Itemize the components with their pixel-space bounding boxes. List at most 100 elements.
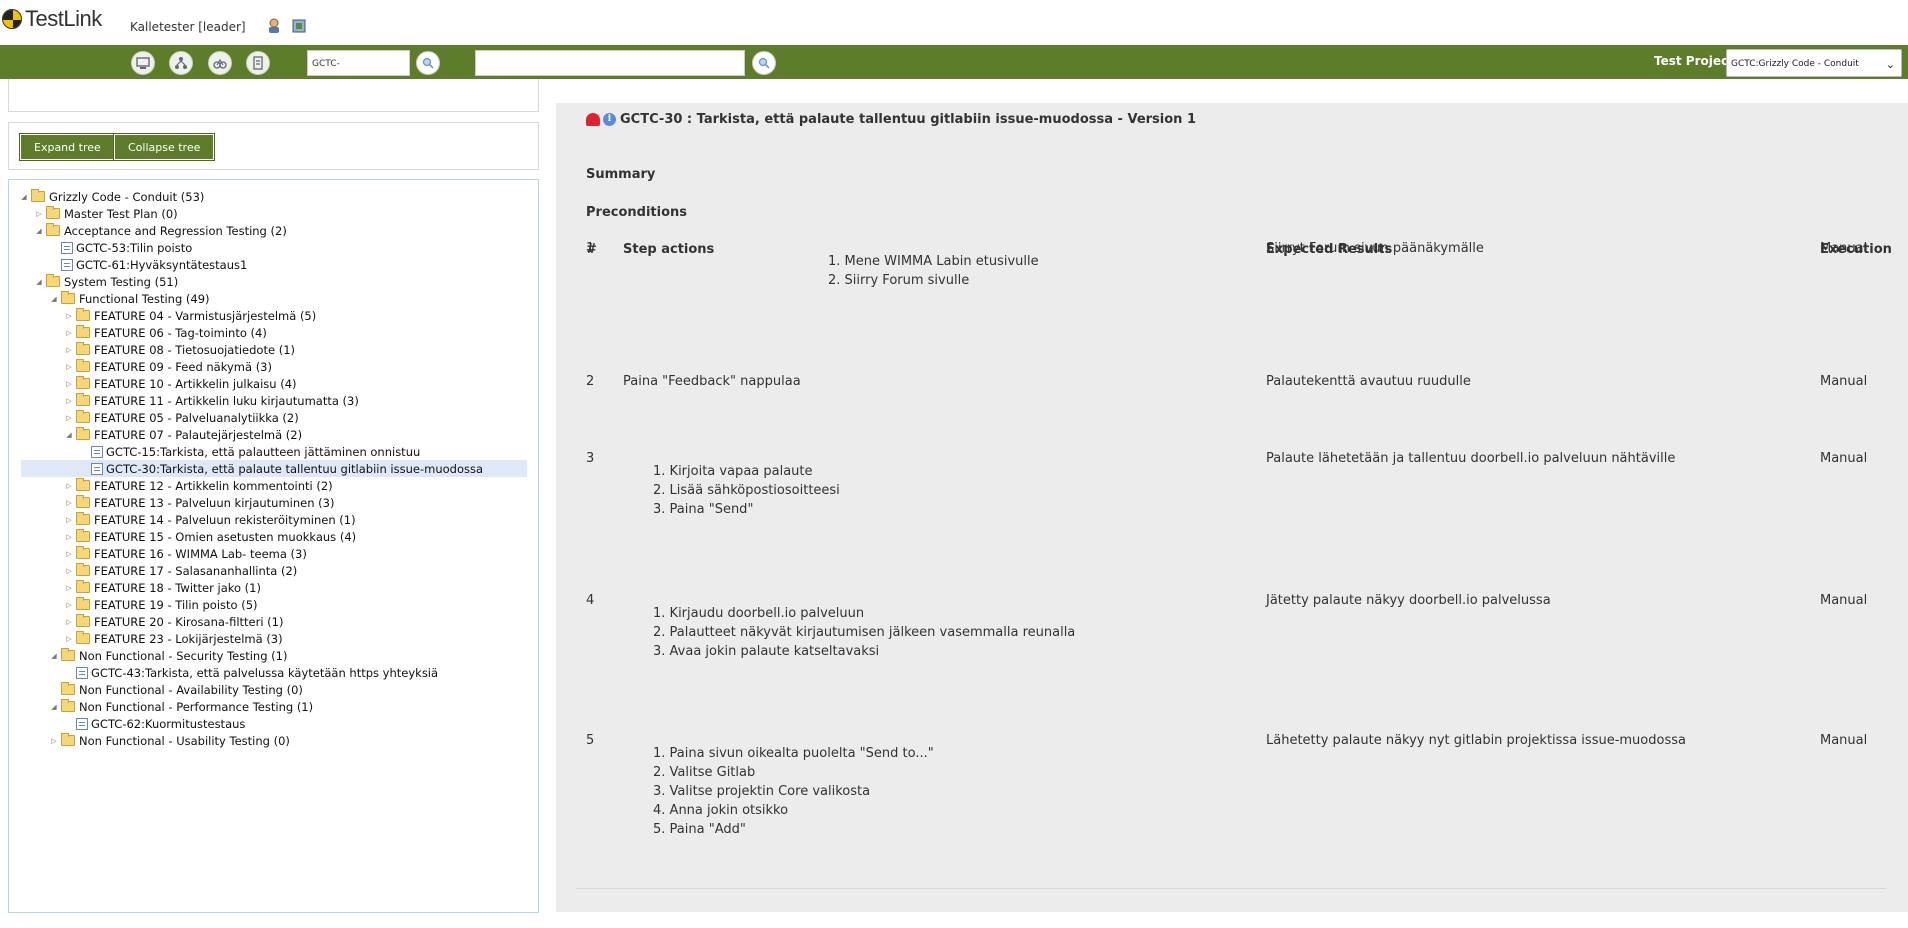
tree-folder[interactable]: ▷ Master Test Plan (0)	[34, 205, 178, 222]
tree-folder[interactable]: ▷ FEATURE 08 - Tietosuojatiedote (1)	[64, 341, 295, 358]
collapsed-arrow-icon[interactable]: ▷	[64, 499, 74, 507]
tree-folder[interactable]: ◢ Functional Testing (49)	[49, 290, 210, 307]
tree-folder[interactable]: ▷ FEATURE 18 - Twitter jako (1)	[64, 579, 261, 596]
folder-icon	[46, 206, 60, 219]
folder-icon	[46, 274, 60, 287]
tree-folder[interactable]: ▷ FEATURE 15 - Omien asetusten muokkaus (…	[64, 528, 356, 545]
step-action-item: 3. Valitse projektin Core valikosta	[653, 782, 934, 801]
tree-folder[interactable]: ◢ System Testing (51)	[34, 273, 178, 290]
info-icon[interactable]: i	[603, 113, 616, 126]
tc-search-icon[interactable]	[416, 51, 440, 75]
expand-tree-button[interactable]: Expand tree	[19, 133, 116, 161]
collapsed-arrow-icon[interactable]: ▷	[49, 737, 59, 745]
expanded-arrow-icon[interactable]: ◢	[64, 431, 74, 439]
collapsed-arrow-icon[interactable]: ▷	[34, 210, 44, 218]
tree-folder[interactable]: ▷ FEATURE 20 - Kirosana-filtteri (1)	[64, 613, 283, 630]
step-expected: Siirryt Forum sivun päänäkymälle	[1266, 241, 1484, 256]
test-case-title-text: GCTC-30 : Tarkista, että palaute tallent…	[620, 112, 1196, 127]
step-action-list: 1. Paina sivun oikealta puolelta "Send t…	[653, 744, 934, 839]
tree-folder[interactable]: ▷ FEATURE 12 - Artikkelin kommentointi (2…	[64, 477, 333, 494]
collapsed-arrow-icon[interactable]: ▷	[64, 329, 74, 337]
test-case-icon	[76, 666, 88, 679]
tree-folder[interactable]: ▷ FEATURE 10 - Artikkelin julkaisu (4)	[64, 375, 297, 392]
tree-test-case[interactable]: GCTC-61:Hyväksyntätestaus1	[49, 256, 247, 273]
collapse-tree-button[interactable]: Collapse tree	[113, 133, 216, 161]
tree-folder[interactable]: Non Functional - Availability Testing (0…	[49, 681, 303, 698]
folder-icon	[76, 359, 90, 372]
tree-folder[interactable]: ▷ FEATURE 05 - Palveluanalytiikka (2)	[64, 409, 299, 426]
desktop-home-icon[interactable]	[131, 51, 155, 75]
expanded-arrow-icon[interactable]: ◢	[49, 295, 59, 303]
step-action-item: 3. Avaa jokin palaute katseltavaksi	[653, 642, 1075, 661]
tree-folder[interactable]: ◢ Grizzly Code - Conduit (53)	[19, 188, 204, 205]
tree-folder[interactable]: ▷ FEATURE 19 - Tilin poisto (5)	[64, 596, 258, 613]
tree-folder[interactable]: ▷ FEATURE 09 - Feed näkymä (3)	[64, 358, 272, 375]
tree-folder[interactable]: ◢ Non Functional - Security Testing (1)	[49, 647, 287, 664]
tree-folder[interactable]: ▷ FEATURE 13 - Palveluun kirjautuminen (3…	[64, 494, 334, 511]
reports-icon[interactable]	[246, 51, 270, 75]
tree-folder[interactable]: ▷ FEATURE 17 - Salasananhallinta (2)	[64, 562, 297, 579]
step-action-list: 1. Kirjaudu doorbell.io palveluun 2. Pala…	[653, 604, 1075, 661]
collapsed-arrow-icon[interactable]: ▷	[64, 346, 74, 354]
expanded-arrow-icon[interactable]: ◢	[49, 703, 59, 711]
tree-test-case[interactable]: GCTC-53:Tilin poisto	[49, 239, 192, 256]
test-execution-icon[interactable]	[208, 51, 232, 75]
test-specification-icon[interactable]	[169, 51, 193, 75]
global-search-icon[interactable]	[752, 51, 776, 75]
expanded-arrow-icon[interactable]: ◢	[49, 652, 59, 660]
tree-folder[interactable]: ▷ FEATURE 14 - Palveluun rekisteröitymine…	[64, 511, 356, 528]
global-search-input[interactable]	[475, 50, 745, 76]
tree-node-label: GCTC-62:Kuormitustestaus	[91, 716, 246, 731]
tree-test-case[interactable]: GCTC-62:Kuormitustestaus	[64, 715, 245, 732]
collapsed-arrow-icon[interactable]: ▷	[64, 601, 74, 609]
tree-node-label: FEATURE 14 - Palveluun rekisteröityminen…	[94, 512, 356, 527]
collapsed-arrow-icon[interactable]: ▷	[64, 533, 74, 541]
collapsed-arrow-icon[interactable]: ▷	[64, 584, 74, 592]
user-profile-icon[interactable]	[266, 18, 282, 34]
tree-node-label: GCTC-61:Hyväksyntätestaus1	[76, 257, 248, 272]
collapsed-arrow-icon[interactable]: ▷	[64, 550, 74, 558]
collapsed-arrow-icon[interactable]: ▷	[64, 380, 74, 388]
collapsed-arrow-icon[interactable]: ▷	[64, 618, 74, 626]
test-project-select[interactable]: GCTC:Grizzly Code - Conduit ⌄	[1726, 49, 1902, 77]
tree-folder[interactable]: ◢ Acceptance and Regression Testing (2)	[34, 222, 287, 239]
folder-icon	[76, 512, 90, 525]
tree-test-case[interactable]: GCTC-43:Tarkista, että palvelussa käytet…	[64, 664, 438, 681]
collapsed-arrow-icon[interactable]: ▷	[64, 312, 74, 320]
tree-test-case[interactable]: GCTC-30:Tarkista, että palaute tallentuu…	[21, 460, 527, 477]
test-spec-tree: ◢ Grizzly Code - Conduit (53) ▷ Master Test…	[8, 179, 539, 913]
test-case-id-input[interactable]: GCTC-	[307, 50, 410, 76]
tree-folder[interactable]: ▷ FEATURE 23 - Lokijärjestelmä (3)	[64, 630, 283, 647]
collapsed-arrow-icon[interactable]: ▷	[64, 516, 74, 524]
expanded-arrow-icon[interactable]: ◢	[19, 193, 29, 201]
expanded-arrow-icon[interactable]: ◢	[34, 278, 44, 286]
tree-folder[interactable]: ▷ FEATURE 11 - Artikkelin luku kirjautuma…	[64, 392, 359, 409]
tree-node-label: Master Test Plan (0)	[64, 206, 178, 221]
logout-icon[interactable]	[291, 18, 307, 34]
collapsed-arrow-icon[interactable]: ▷	[64, 363, 74, 371]
tree-node-label: GCTC-15:Tarkista, että palautteen jättäm…	[106, 444, 421, 459]
expanded-arrow-icon[interactable]: ◢	[34, 227, 44, 235]
tree-folder[interactable]: ▷ FEATURE 04 - Varmistusjärjestelmä (5)	[64, 307, 316, 324]
ghost-icon[interactable]	[586, 113, 600, 126]
tree-folder[interactable]: ▷ Non Functional - Usability Testing (0)	[49, 732, 290, 749]
collapsed-arrow-icon[interactable]: ▷	[64, 414, 74, 422]
tree-folder[interactable]: ▷ FEATURE 06 - Tag-toiminto (4)	[64, 324, 267, 341]
folder-icon	[76, 325, 90, 338]
tree-node-label: FEATURE 07 - Palautejärjestelmä (2)	[94, 427, 303, 442]
tree-folder[interactable]: ▷ FEATURE 16 - WIMMA Lab- teema (3)	[64, 545, 307, 562]
collapsed-arrow-icon[interactable]: ▷	[64, 567, 74, 575]
testlink-logo[interactable]: TestLink	[2, 6, 102, 32]
collapsed-arrow-icon[interactable]: ▷	[64, 482, 74, 490]
tree-folder[interactable]: ◢ FEATURE 07 - Palautejärjestelmä (2)	[64, 426, 302, 443]
logo-icon	[2, 9, 22, 29]
collapsed-arrow-icon[interactable]: ▷	[64, 635, 74, 643]
list-number: 3.	[653, 644, 670, 659]
folder-icon	[76, 495, 90, 508]
tree-folder[interactable]: ◢ Non Functional - Performance Testing (1…	[49, 698, 313, 715]
list-number: 2.	[653, 483, 670, 498]
tree-test-case[interactable]: GCTC-15:Tarkista, että palautteen jättäm…	[79, 443, 420, 460]
collapsed-arrow-icon[interactable]: ▷	[64, 397, 74, 405]
tree-node-label: FEATURE 05 - Palveluanalytiikka (2)	[94, 410, 299, 425]
folder-icon	[61, 291, 75, 304]
